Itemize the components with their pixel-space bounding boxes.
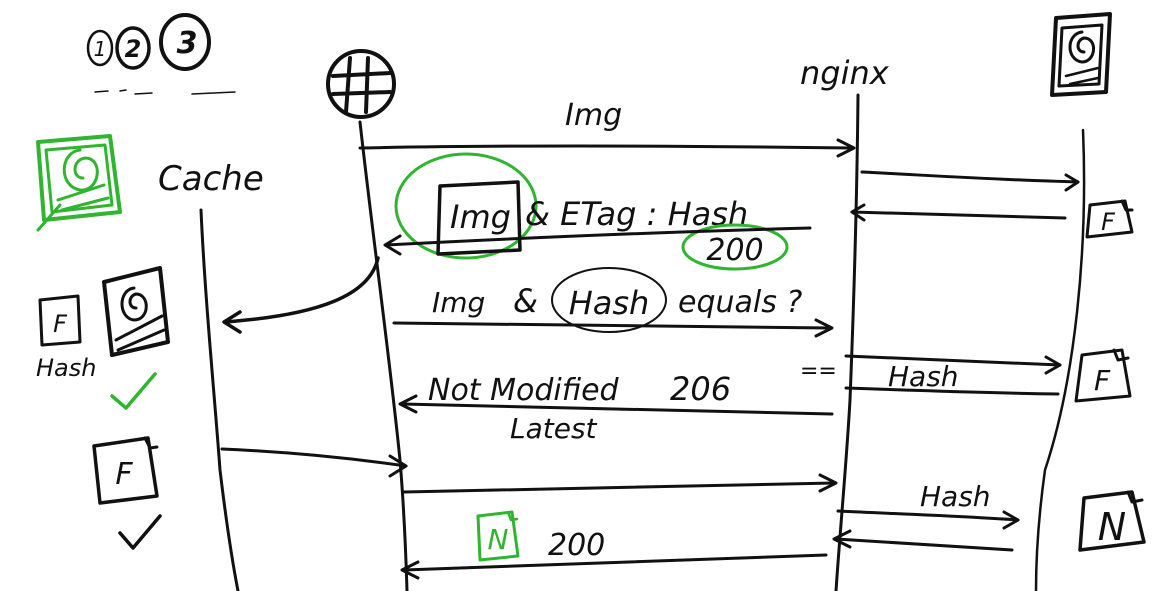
numbered-steps: 1 2 3 <box>86 13 236 95</box>
new-file-label: N <box>488 523 509 556</box>
not-modified-message: Not Modified 206 Latest <box>398 370 834 445</box>
server-hash-label-1: Hash <box>888 360 959 393</box>
cached-file-label-2: F <box>115 457 133 492</box>
storage-file-icon-1: F <box>1085 199 1134 239</box>
server-hash-label-2: Hash <box>920 480 991 513</box>
cached-file-hash-label: Hash <box>36 354 96 382</box>
storage-lifeline <box>1034 128 1086 591</box>
storage-new-file-icon: N <box>1078 490 1146 552</box>
storage-file-icon-2: F <box>1074 348 1132 403</box>
response-img-label: Img <box>450 198 511 236</box>
browser-server-request-2 <box>402 473 838 494</box>
latest-label: Latest <box>510 412 598 445</box>
server-storage-exchange-2: Hash <box>832 480 1020 552</box>
storage-file-label-2: F <box>1094 364 1111 397</box>
step-number-3: 3 <box>177 26 198 61</box>
server-storage-hash-check: == Hash <box>800 354 1062 396</box>
compare-img-label: Img <box>432 286 485 319</box>
step-number-1: 1 <box>94 37 107 61</box>
cache-lifeline <box>199 208 240 591</box>
server-lifeline <box>834 93 860 591</box>
new-file-icon: N <box>476 510 520 562</box>
sequence-diagram: 1 2 3 Cache nginx Img F Img & ETag: Has… <box>36 12 1146 591</box>
cached-file-group: F Hash <box>36 266 170 410</box>
storage-disk-icon <box>1050 12 1112 97</box>
compare-hash-message: Img & Hash equals ? <box>392 267 834 338</box>
compare-hash-label: Hash <box>569 284 650 322</box>
compare-amp-label: & <box>513 282 538 320</box>
storage-file-label-1: F <box>1101 208 1116 236</box>
store-in-cache-arrow <box>222 256 380 334</box>
server-storage-exchange-1 <box>850 170 1080 222</box>
compare-equals-label: equals ? <box>678 285 802 320</box>
request-img-label: Img <box>565 98 622 133</box>
response-img-etag-message: Img & ETag : Hash 200 <box>383 152 812 271</box>
not-modified-label: Not Modified <box>428 373 620 408</box>
storage-new-file-label: N <box>1098 505 1126 549</box>
browser-icon <box>326 49 396 119</box>
cache-label: Cache <box>158 159 264 199</box>
cached-file-group-2: F <box>92 436 162 550</box>
response-status-label: 200 <box>706 233 763 268</box>
cache-request-arrow <box>220 447 408 478</box>
equals-mark: == <box>800 359 837 384</box>
not-modified-code-label: 206 <box>670 370 731 408</box>
cached-file-label: F <box>53 310 68 338</box>
request-img-message: Img <box>358 98 856 158</box>
final-response-message: N 200 <box>400 510 828 580</box>
cache-disk-icon <box>36 134 122 232</box>
browser-lifeline <box>358 120 409 591</box>
server-label: nginx <box>800 54 890 92</box>
step-number-2: 2 <box>125 35 142 63</box>
final-status-label: 200 <box>548 528 605 563</box>
